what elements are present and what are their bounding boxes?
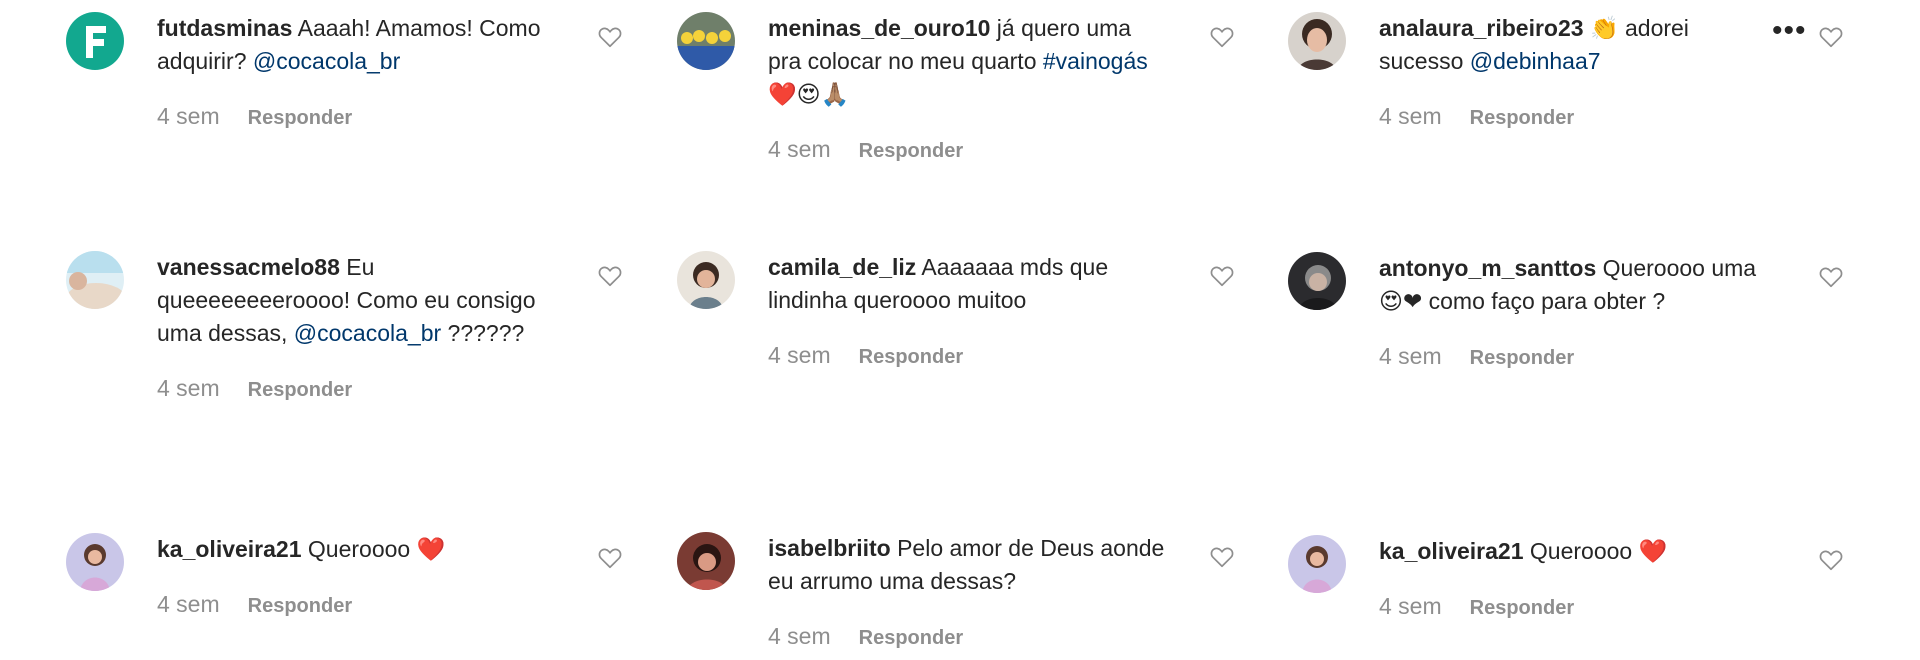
comment-meta: 4 sem Responder (157, 103, 557, 130)
heart-icon[interactable] (1818, 24, 1844, 50)
comment-meta: 4 sem Responder (768, 136, 1168, 163)
more-options-icon[interactable]: ••• (1772, 14, 1807, 48)
avatar[interactable] (677, 532, 735, 590)
reply-button[interactable]: Responder (1470, 107, 1574, 130)
reply-button[interactable]: Responder (859, 346, 963, 369)
username[interactable]: vanessacmelo88 (157, 254, 340, 280)
heart-icon[interactable] (1209, 544, 1235, 570)
comment-meta: 4 sem Responder (1379, 343, 1779, 370)
comment-text: camila_de_liz Aaaaaaa mds que lindinha q… (768, 251, 1168, 317)
hashtag-link[interactable]: #vainogás (1043, 48, 1148, 74)
timestamp: 4 sem (1379, 343, 1442, 369)
avatar[interactable] (677, 251, 735, 309)
comment-text: ka_oliveira21 Queroooo ❤️ (1379, 535, 1779, 568)
comment-meta: 4 sem Responder (157, 591, 557, 618)
comment-body: antonyo_m_santtos Queroooo uma 😍❤ como f… (1379, 252, 1779, 370)
heart-icon[interactable] (1818, 264, 1844, 290)
avatar[interactable] (66, 251, 124, 309)
comment-meta: 4 sem Responder (768, 342, 1168, 369)
heart-icon[interactable] (1818, 547, 1844, 573)
reply-button[interactable]: Responder (1470, 597, 1574, 620)
avatar[interactable] (1288, 252, 1346, 310)
comment-text: isabelbriito Pelo amor de Deus aonde eu … (768, 532, 1168, 598)
reply-button[interactable]: Responder (248, 107, 352, 130)
mention-link[interactable]: @cocacola_br (253, 48, 400, 74)
comment-meta: 4 sem Responder (157, 375, 557, 402)
reply-button[interactable]: Responder (248, 379, 352, 402)
heart-icon[interactable] (1209, 24, 1235, 50)
comment-meta: 4 sem Responder (768, 623, 1168, 650)
comment-text-segment: ?????? (441, 320, 525, 346)
timestamp: 4 sem (768, 342, 831, 368)
comment-body: ka_oliveira21 Queroooo ❤️ 4 sem Responder (1379, 535, 1779, 620)
heart-icon[interactable] (597, 24, 623, 50)
username[interactable]: meninas_de_ouro10 (768, 15, 990, 41)
avatar[interactable] (1288, 535, 1346, 593)
timestamp: 4 sem (157, 103, 220, 129)
username[interactable]: futdasminas (157, 15, 292, 41)
mention-link[interactable]: @cocacola_br (294, 320, 441, 346)
comment-body: meninas_de_ouro10 já quero uma pra coloc… (768, 12, 1168, 163)
username[interactable]: camila_de_liz (768, 254, 916, 280)
comment-text: futdasminas Aaaah! Amamos! Como adquirir… (157, 12, 557, 78)
comment-text: meninas_de_ouro10 já quero uma pra coloc… (768, 12, 1168, 111)
timestamp: 4 sem (157, 375, 220, 401)
comment-text-segment: Queroooo ❤️ (1523, 538, 1668, 564)
timestamp: 4 sem (768, 623, 831, 649)
avatar[interactable] (677, 12, 735, 70)
heart-icon[interactable] (597, 545, 623, 571)
avatar[interactable] (66, 533, 124, 591)
comment-body: vanessacmelo88 Eu queeeeeeeeroooo! Como … (157, 251, 557, 402)
timestamp: 4 sem (1379, 103, 1442, 129)
username[interactable]: isabelbriito (768, 535, 891, 561)
comment-body: analaura_ribeiro23 👏 adorei sucesso @deb… (1379, 12, 1779, 130)
reply-button[interactable]: Responder (859, 627, 963, 650)
comment-body: ka_oliveira21 Queroooo ❤️ 4 sem Responder (157, 533, 557, 618)
comment-text-segment: ❤️😍🙏🏽 (768, 81, 850, 107)
reply-button[interactable]: Responder (1470, 347, 1574, 370)
heart-icon[interactable] (597, 263, 623, 289)
username[interactable]: antonyo_m_santtos (1379, 255, 1596, 281)
timestamp: 4 sem (768, 136, 831, 162)
comment-text: vanessacmelo88 Eu queeeeeeeeroooo! Como … (157, 251, 557, 350)
timestamp: 4 sem (157, 591, 220, 617)
username[interactable]: ka_oliveira21 (1379, 538, 1524, 564)
comment-meta: 4 sem Responder (1379, 593, 1779, 620)
heart-icon[interactable] (1209, 263, 1235, 289)
comment-text: analaura_ribeiro23 👏 adorei sucesso @deb… (1379, 12, 1779, 78)
avatar[interactable] (1288, 12, 1346, 70)
comment-body: isabelbriito Pelo amor de Deus aonde eu … (768, 532, 1168, 650)
comment-text: ka_oliveira21 Queroooo ❤️ (157, 533, 557, 566)
reply-button[interactable]: Responder (859, 140, 963, 163)
avatar[interactable] (66, 12, 124, 70)
comment-body: camila_de_liz Aaaaaaa mds que lindinha q… (768, 251, 1168, 369)
timestamp: 4 sem (1379, 593, 1442, 619)
reply-button[interactable]: Responder (248, 595, 352, 618)
username[interactable]: analaura_ribeiro23 (1379, 15, 1584, 41)
comment-meta: 4 sem Responder (1379, 103, 1779, 130)
username[interactable]: ka_oliveira21 (157, 536, 302, 562)
mention-link[interactable]: @debinhaa7 (1470, 48, 1601, 74)
comment-text-segment: Queroooo ❤️ (301, 536, 446, 562)
comment-text: antonyo_m_santtos Queroooo uma 😍❤ como f… (1379, 252, 1779, 318)
comment-body: futdasminas Aaaah! Amamos! Como adquirir… (157, 12, 557, 130)
